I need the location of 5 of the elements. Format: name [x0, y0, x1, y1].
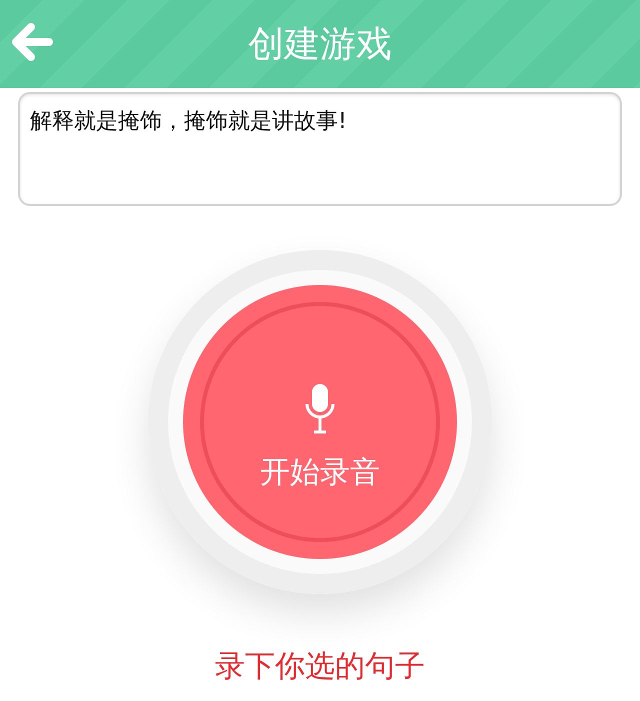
hint-text: 录下你选的句子	[215, 648, 425, 686]
page-title: 创建游戏	[248, 22, 392, 66]
microphone-icon	[305, 382, 335, 434]
back-arrow-icon	[11, 23, 53, 61]
sentence-field[interactable]: 解释就是掩饰，掩饰就是讲故事!	[18, 92, 622, 206]
